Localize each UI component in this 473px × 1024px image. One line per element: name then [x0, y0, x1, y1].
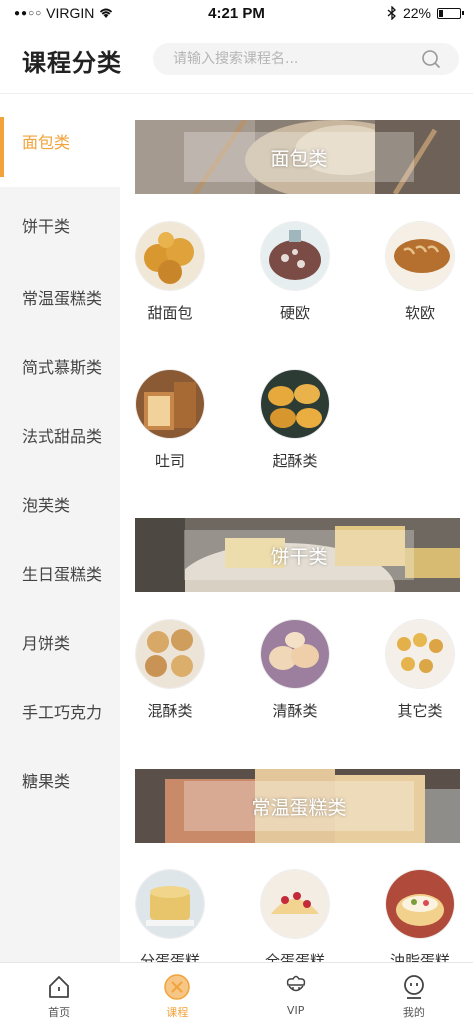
sidebar-item-bread[interactable]: 面包类 [0, 95, 120, 187]
bottom-tab-bar: 首页 课程 VIP 我的 [0, 962, 473, 1024]
course-item-label: 清酥类 [272, 702, 318, 720]
sweet-bread-thumbnail [136, 222, 204, 290]
search-bar[interactable] [153, 43, 459, 75]
course-item-label: 油脂蛋糕 [389, 952, 450, 962]
bluetooth-icon [387, 6, 396, 20]
sidebar-item-label: 糖果类 [22, 771, 71, 791]
status-right: 22% [387, 5, 464, 21]
battery-icon [437, 7, 464, 19]
category-content: 面包类 甜面包 硬欧 软欧 吐司 起酥类 饼干类 混酥类 清酥类 其它类 常温蛋… [120, 95, 473, 962]
course-item-label: 其它类 [397, 702, 443, 720]
course-item-label: 软欧 [404, 304, 435, 322]
section-title-box: 常温蛋糕类 [184, 781, 414, 831]
sidebar-item-chocolate[interactable]: 手工巧克力 [0, 676, 120, 745]
toast-thumbnail [136, 370, 204, 438]
sidebar-item-label: 面包类 [22, 133, 71, 152]
course-item-label: 甜面包 [147, 304, 193, 322]
section-title-box: 饼干类 [184, 530, 414, 580]
course-item-puff-pastry[interactable]: 起酥类 [245, 370, 345, 471]
profile-icon [403, 975, 424, 999]
section-title: 饼干类 [270, 545, 328, 568]
course-item-label: 吐司 [154, 452, 185, 470]
course-item-toast[interactable]: 吐司 [120, 370, 220, 471]
search-icon[interactable] [421, 49, 441, 69]
butter-cake-thumbnail [386, 870, 454, 938]
sidebar-item-label: 法式甜品类 [22, 426, 103, 446]
sidebar-item-label: 生日蛋糕类 [22, 564, 103, 584]
section-title-box: 面包类 [184, 132, 414, 182]
battery-percent: 22% [402, 5, 431, 21]
course-item-whole-egg-cake[interactable]: 全蛋蛋糕 [245, 870, 345, 962]
tab-courses[interactable]: 课程 [118, 963, 236, 1024]
category-sidebar: 面包类 饼干类 常温蛋糕类 简式慕斯类 法式甜品类 泡芙类 生日蛋糕类 月饼类 … [0, 95, 120, 962]
sidebar-item-simple-mousse[interactable]: 简式慕斯类 [0, 331, 120, 400]
section-title: 面包类 [270, 147, 328, 170]
puff-crust-thumbnail [261, 620, 329, 688]
section-banner-room-temp-cake[interactable]: 常温蛋糕类 [135, 769, 460, 843]
course-item-other[interactable]: 其它类 [370, 620, 470, 721]
tab-label: 首页 [48, 1006, 71, 1019]
tab-vip[interactable]: VIP [237, 963, 355, 1024]
puff-pastry-thumbnail [261, 370, 329, 438]
tab-mine[interactable]: 我的 [355, 963, 473, 1024]
course-item-label: 硬欧 [279, 304, 310, 322]
sidebar-item-biscuit[interactable]: 饼干类 [0, 187, 120, 262]
sidebar-item-room-temp-cake[interactable]: 常温蛋糕类 [0, 262, 120, 331]
tab-label: VIP [286, 1004, 305, 1017]
sidebar-item-label: 月饼类 [22, 633, 71, 653]
sidebar-item-label: 手工巧克力 [22, 702, 103, 722]
course-item-separated-egg-cake[interactable]: 分蛋蛋糕 [120, 870, 220, 962]
section-title: 常温蛋糕类 [251, 796, 347, 819]
course-item-label: 混酥类 [147, 702, 193, 720]
battery-fill [439, 9, 443, 17]
course-item-butter-cake[interactable]: 油脂蛋糕 [370, 870, 470, 962]
sidebar-item-candy[interactable]: 糖果类 [0, 745, 120, 814]
course-item-label: 分蛋蛋糕 [139, 952, 200, 962]
header: 课程分类 [0, 26, 473, 94]
sidebar-item-label: 泡芙类 [22, 495, 71, 515]
separated-egg-cake-thumbnail [136, 870, 204, 938]
course-item-label: 全蛋蛋糕 [264, 952, 325, 962]
sidebar-item-label: 简式慕斯类 [22, 357, 103, 377]
sidebar-item-mooncake[interactable]: 月饼类 [0, 607, 120, 676]
hard-european-thumbnail [261, 222, 329, 290]
course-item-puff-crust[interactable]: 清酥类 [245, 620, 345, 721]
section-banner-biscuit[interactable]: 饼干类 [135, 518, 460, 592]
tab-home[interactable]: 首页 [0, 963, 118, 1024]
course-item-sweet-bread[interactable]: 甜面包 [120, 222, 220, 323]
soft-european-thumbnail [386, 222, 454, 290]
course-item-soft-european[interactable]: 软欧 [370, 222, 470, 323]
page-title: 课程分类 [22, 49, 122, 77]
course-item-short-crust[interactable]: 混酥类 [120, 620, 220, 721]
section-banner-bread[interactable]: 面包类 [135, 120, 460, 194]
sidebar-item-french-dessert[interactable]: 法式甜品类 [0, 400, 120, 469]
status-bar: ●●○○ VIRGIN 4:21 PM 22% [0, 0, 473, 26]
search-input[interactable] [173, 43, 413, 75]
whole-egg-cake-thumbnail [261, 870, 329, 938]
sidebar-item-birthday-cake[interactable]: 生日蛋糕类 [0, 538, 120, 607]
course-item-hard-european[interactable]: 硬欧 [245, 222, 345, 323]
chef-hat-icon [286, 975, 305, 992]
course-item-label: 起酥类 [272, 452, 318, 470]
other-biscuit-thumbnail [386, 620, 454, 688]
short-crust-thumbnail [136, 620, 204, 688]
sidebar-item-puff[interactable]: 泡芙类 [0, 469, 120, 538]
sidebar-item-label: 饼干类 [22, 216, 71, 236]
tab-label: 课程 [166, 1006, 189, 1019]
home-icon [49, 976, 70, 998]
sidebar-item-label: 常温蛋糕类 [22, 288, 103, 308]
courses-icon [164, 974, 191, 1000]
tab-label: 我的 [402, 1006, 425, 1019]
